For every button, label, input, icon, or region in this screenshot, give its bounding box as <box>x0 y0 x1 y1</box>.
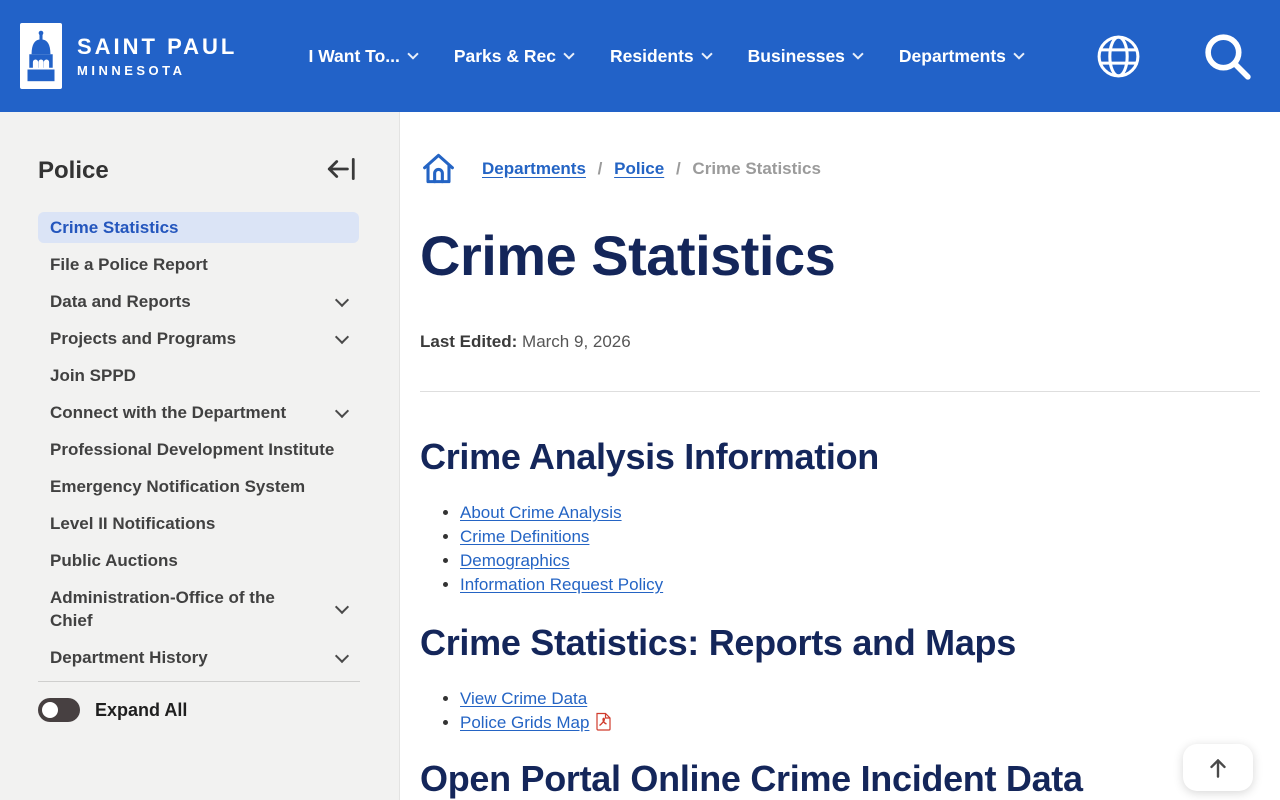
breadcrumb-current: Crime Statistics <box>692 158 821 178</box>
link-police-grids-map[interactable]: Police Grids Map <box>460 713 589 732</box>
nav-label: Residents <box>610 45 694 66</box>
sidebar-item-professional-development-institute[interactable]: Professional Development Institute <box>38 434 359 465</box>
link-demographics[interactable]: Demographics <box>460 551 570 570</box>
main-nav: I Want To... Parks & Rec Residents Busin… <box>308 45 1025 67</box>
logo-state-name: MINNESOTA <box>77 63 186 78</box>
sidebar-divider <box>38 681 360 682</box>
list-item: View Crime Data <box>460 687 1260 711</box>
sidebar-item-connect-with-the-department[interactable]: Connect with the Department <box>38 397 359 428</box>
sidebar-item-join-sppd[interactable]: Join SPPD <box>38 360 359 391</box>
list-item: Police Grids Map <box>460 711 1260 738</box>
breadcrumb-link-departments[interactable]: Departments <box>482 159 586 178</box>
last-edited-date: March 9, 2026 <box>522 332 631 351</box>
chevron-down-icon <box>852 47 864 60</box>
nav-item-departments[interactable]: Departments <box>898 45 1025 67</box>
page: SAINT PAUL MINNESOTA I Want To... Parks … <box>0 0 1280 800</box>
sidebar-item-label: Connect with the Department <box>50 403 287 422</box>
chevron-down-icon <box>407 47 419 60</box>
list-item: About Crime Analysis <box>460 501 1260 525</box>
sidebar-item-administration-office-of-the-chief[interactable]: Administration-Office of the Chief <box>38 582 359 636</box>
expand-all-row: Expand All <box>38 698 359 722</box>
nav-label: I Want To... <box>308 45 400 66</box>
section-heading-crime-analysis-information: Crime Analysis Information <box>420 436 879 477</box>
chevron-down-icon <box>700 47 713 60</box>
link-about-crime-analysis[interactable]: About Crime Analysis <box>460 503 622 522</box>
main-content: Departments / Police / Crime Statistics … <box>400 112 1280 800</box>
chevron-down-icon <box>334 292 350 307</box>
sidebar-item-emergency-notification-system[interactable]: Emergency Notification System <box>38 471 359 502</box>
sidebar-item-public-auctions[interactable]: Public Auctions <box>38 545 359 576</box>
sidebar: Police Crime Statistics File a Police Re… <box>0 112 400 800</box>
nav-item-parks-and-rec[interactable]: Parks & Rec <box>453 45 575 67</box>
last-edited: Last Edited: March 9, 2026 March 9, 2026 <box>420 332 1260 352</box>
breadcrumb-link-police[interactable]: Police <box>614 159 664 178</box>
list-item: Crime Definitions <box>460 525 1260 549</box>
capitol-building-icon <box>20 23 62 89</box>
crime-analysis-link-list: About Crime Analysis Crime Definitions D… <box>420 501 1260 597</box>
chevron-down-icon <box>563 47 575 60</box>
page-title: Crime Statistics <box>420 224 836 287</box>
nav-label: Businesses <box>747 45 845 66</box>
sidebar-item-file-a-police-report[interactable]: File a Police Report <box>38 249 359 280</box>
sidebar-item-level-ii-notifications[interactable]: Level II Notifications <box>38 508 359 539</box>
link-view-crime-data[interactable]: View Crime Data <box>460 689 587 708</box>
sidebar-item-label: Department History <box>50 648 208 667</box>
reports-and-maps-link-list: View Crime Data Police Grids Map <box>420 687 1260 738</box>
breadcrumb-separator: / <box>597 158 603 178</box>
sidebar-item-label: Projects and Programs <box>50 329 237 348</box>
pdf-icon <box>595 712 612 738</box>
content-divider <box>420 391 1260 392</box>
nav-label: Departments <box>898 45 1006 66</box>
sidebar-collapse-icon[interactable] <box>323 152 359 189</box>
site-logo[interactable]: SAINT PAUL MINNESOTA <box>20 23 237 89</box>
expand-all-label: Expand All <box>95 699 188 720</box>
breadcrumb-separator: / <box>675 158 681 178</box>
chevron-down-icon <box>334 599 350 615</box>
sidebar-item-crime-statistics[interactable]: Crime Statistics <box>38 212 359 243</box>
sidebar-item-projects-and-programs[interactable]: Projects and Programs <box>38 323 359 354</box>
list-item: Demographics <box>460 549 1260 573</box>
link-information-request-policy[interactable]: Information Request Policy <box>460 575 663 594</box>
logo-text: SAINT PAUL MINNESOTA <box>77 34 237 78</box>
chevron-down-icon <box>334 403 350 418</box>
chevron-down-icon <box>334 648 350 663</box>
home-icon[interactable] <box>420 150 457 187</box>
sidebar-title: Police <box>38 156 109 184</box>
sidebar-item-label: Administration-Office of the Chief <box>50 588 275 630</box>
header-icon-group <box>1094 30 1254 83</box>
last-edited-label: Last Edited: <box>420 332 518 351</box>
search-icon[interactable] <box>1201 30 1254 83</box>
sidebar-item-department-history[interactable]: Department History <box>38 642 359 673</box>
language-globe-icon[interactable] <box>1094 32 1143 81</box>
scroll-to-top-button[interactable] <box>1183 744 1253 791</box>
nav-item-i-want-to[interactable]: I Want To... <box>308 45 419 67</box>
chevron-down-icon <box>334 329 350 344</box>
nav-label: Parks & Rec <box>453 45 556 66</box>
nav-item-residents[interactable]: Residents <box>610 45 713 67</box>
logo-city-name: SAINT PAUL <box>77 34 238 59</box>
chevron-down-icon <box>1013 47 1025 60</box>
list-item: Information Request Policy <box>460 573 1260 597</box>
section-heading-open-portal: Open Portal Online Crime Incident Data <box>420 758 1083 799</box>
toggle-knob <box>42 702 58 718</box>
breadcrumb: Departments / Police / Crime Statistics <box>420 150 1260 187</box>
sidebar-menu: Crime Statistics File a Police Report Da… <box>38 212 359 673</box>
top-navigation-bar: SAINT PAUL MINNESOTA I Want To... Parks … <box>0 0 1280 112</box>
link-crime-definitions[interactable]: Crime Definitions <box>460 527 589 546</box>
section-heading-reports-and-maps: Crime Statistics: Reports and Maps <box>420 622 1016 663</box>
sidebar-item-data-and-reports[interactable]: Data and Reports <box>38 286 359 317</box>
expand-all-toggle[interactable] <box>38 698 80 722</box>
arrow-up-icon <box>1210 758 1226 778</box>
sidebar-item-label: Data and Reports <box>50 292 191 311</box>
nav-item-businesses[interactable]: Businesses <box>747 45 864 67</box>
